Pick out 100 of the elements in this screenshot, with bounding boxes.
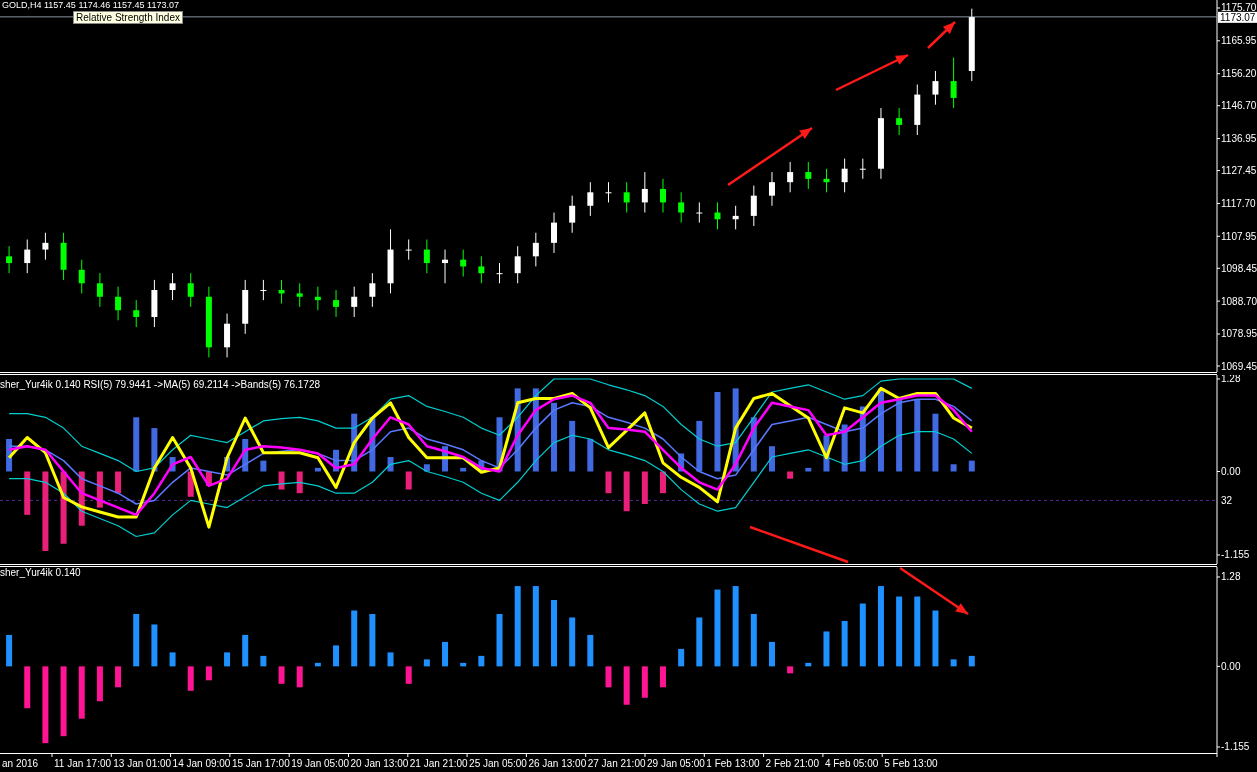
axis-label: 0.00 bbox=[1221, 466, 1241, 477]
histogram-bar bbox=[805, 662, 812, 667]
candlestick bbox=[260, 279, 267, 301]
candlestick bbox=[551, 212, 557, 254]
time-label: 25 Jan 05:00 bbox=[469, 758, 527, 769]
histogram-bar bbox=[205, 471, 212, 486]
axis-label: 1.28 bbox=[1221, 571, 1241, 583]
current-price-label: 1173.07 bbox=[1218, 11, 1257, 23]
histogram-bar bbox=[551, 600, 557, 667]
histogram-bar bbox=[660, 471, 666, 494]
histogram-bar bbox=[750, 417, 757, 472]
candlestick bbox=[296, 282, 303, 308]
candlestick bbox=[587, 181, 594, 217]
histogram-bar bbox=[387, 652, 394, 667]
histogram-bar bbox=[787, 471, 794, 479]
histogram-bar bbox=[133, 417, 140, 472]
histogram-bar bbox=[224, 652, 231, 667]
candlestick bbox=[96, 272, 103, 308]
histogram-bar bbox=[423, 659, 430, 667]
histogram-bar bbox=[151, 624, 158, 667]
tooltip: Relative Strength Index bbox=[73, 11, 183, 24]
candlestick bbox=[314, 286, 321, 311]
candlestick bbox=[932, 70, 939, 106]
time-label: 5 Feb 13:00 bbox=[884, 758, 938, 769]
arrow bbox=[899, 567, 969, 616]
histogram-bar bbox=[187, 471, 194, 497]
histogram-bar bbox=[205, 666, 212, 681]
time-label: 19 Jan 05:00 bbox=[291, 758, 350, 769]
histogram-bar bbox=[569, 617, 576, 667]
axis-label: 0.00 bbox=[1221, 660, 1241, 672]
histogram-bar bbox=[678, 648, 685, 667]
histogram-bar bbox=[623, 666, 630, 705]
histogram-bar bbox=[769, 641, 775, 667]
histogram-bar bbox=[115, 666, 122, 688]
histogram-bar bbox=[242, 634, 249, 667]
histogram-bar bbox=[478, 655, 485, 667]
histogram-bar bbox=[823, 631, 830, 667]
candlestick bbox=[750, 185, 757, 227]
histogram-bar bbox=[641, 471, 648, 504]
time-label: an 2016 bbox=[2, 758, 39, 769]
axis-label: 1.28 bbox=[1221, 375, 1241, 385]
level-label: 32 bbox=[1221, 494, 1233, 506]
histogram-bar bbox=[442, 641, 448, 667]
histogram-bar bbox=[968, 460, 975, 472]
histogram-bar bbox=[24, 471, 31, 515]
candlestick bbox=[496, 262, 503, 284]
time-label: 1 Feb 13:00 bbox=[706, 758, 760, 769]
histogram-bar bbox=[333, 645, 340, 667]
histogram-bar bbox=[460, 662, 467, 667]
histogram-bar bbox=[369, 614, 376, 667]
histogram-bar bbox=[587, 634, 594, 667]
axis-label: 1136.95 bbox=[1221, 133, 1257, 145]
time-label: 21 Jan 21:00 bbox=[409, 758, 468, 769]
candlestick bbox=[532, 232, 539, 267]
candlestick bbox=[60, 232, 67, 281]
axis-label: 1078.95 bbox=[1221, 328, 1257, 340]
histogram-bar bbox=[296, 666, 303, 688]
histogram-bar bbox=[696, 617, 703, 667]
axis-label: -1.155 bbox=[1221, 549, 1250, 561]
histogram-bar bbox=[351, 610, 358, 667]
histogram-bar bbox=[169, 457, 176, 472]
histogram-bar bbox=[242, 438, 249, 472]
candlestick bbox=[242, 279, 249, 335]
candlestick bbox=[714, 201, 721, 230]
time-label: 11 Jan 17:00 bbox=[54, 758, 112, 769]
candlestick bbox=[133, 299, 140, 328]
candlestick bbox=[387, 228, 394, 294]
histogram-bar bbox=[968, 655, 975, 667]
time-label: 14 Jan 09:00 bbox=[172, 758, 231, 769]
candlestick bbox=[205, 286, 212, 358]
candlestick bbox=[6, 245, 13, 274]
histogram-bar bbox=[914, 596, 921, 667]
candlestick bbox=[678, 191, 685, 224]
histogram-bar bbox=[805, 467, 812, 472]
axis-label: -1.155 bbox=[1221, 741, 1250, 753]
histogram-bar bbox=[115, 471, 122, 494]
histogram-bar bbox=[169, 652, 176, 667]
candlestick bbox=[896, 107, 903, 136]
histogram-bar bbox=[787, 666, 794, 674]
histogram-bar bbox=[78, 666, 85, 719]
candlestick bbox=[769, 171, 775, 207]
candlestick bbox=[151, 279, 158, 328]
histogram-bar bbox=[551, 402, 557, 472]
axis-label: 1117.70 bbox=[1221, 197, 1256, 209]
histogram-bar bbox=[405, 471, 412, 490]
candlestick bbox=[278, 279, 285, 304]
histogram-bar bbox=[623, 471, 630, 512]
histogram-bar bbox=[587, 438, 594, 472]
time-label: 29 Jan 05:00 bbox=[647, 758, 705, 769]
candlestick bbox=[623, 181, 630, 213]
histogram-bar bbox=[333, 449, 340, 472]
symbol-info: GOLD,H4 1157.45 1174.46 1157.45 1173.07 bbox=[2, 0, 179, 10]
histogram-bar bbox=[314, 662, 321, 667]
axis-label: 1156.20 bbox=[1221, 68, 1257, 80]
histogram-bar bbox=[496, 417, 503, 472]
histogram-bar bbox=[859, 406, 866, 472]
histogram-bar bbox=[841, 424, 848, 472]
histogram-bar bbox=[278, 471, 285, 490]
candlestick bbox=[423, 239, 430, 274]
candlestick bbox=[369, 272, 376, 308]
